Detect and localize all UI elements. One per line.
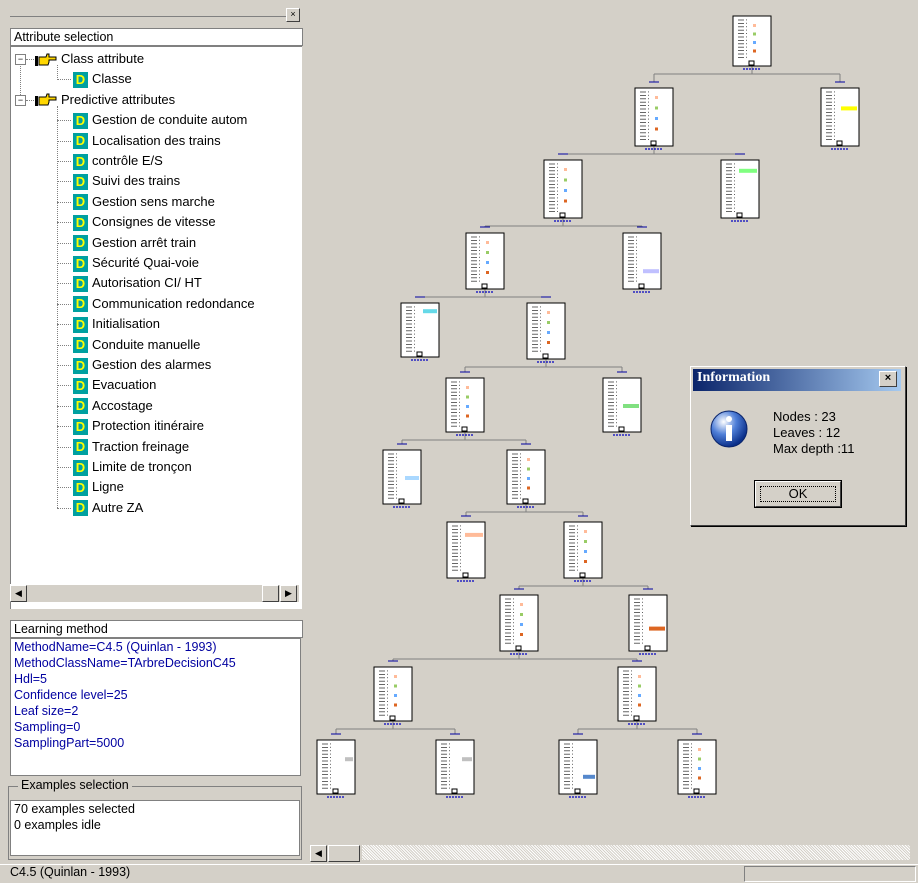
tree-leaf-node[interactable] (720, 159, 760, 222)
status-panel-right (744, 866, 916, 882)
information-dialog: Information × Nodes : 23 Leaves : 12 Max… (690, 366, 906, 526)
tree-split-node[interactable] (732, 15, 772, 70)
tree-leaf-node[interactable] (316, 739, 356, 798)
tree-split-node[interactable] (543, 159, 583, 222)
tree-leaf-node[interactable] (446, 521, 486, 582)
tree-split-node[interactable] (634, 87, 674, 150)
tree-split-node[interactable] (373, 666, 413, 725)
tree-edge (573, 721, 702, 735)
dialog-nodes-text: Nodes : 23 (773, 409, 836, 424)
tree-split-node[interactable] (499, 594, 539, 655)
info-icon (710, 410, 748, 448)
canvas-scroll-thumb[interactable] (328, 845, 360, 862)
tree-leaf-node[interactable] (400, 302, 440, 361)
tree-split-node[interactable] (445, 377, 485, 436)
tree-leaf-node[interactable] (622, 232, 662, 293)
status-text: C4.5 (Quinlan - 1993) (10, 865, 131, 879)
tree-edge (558, 146, 745, 155)
canvas-scroll-left-button[interactable]: ◀ (310, 845, 327, 862)
tree-split-node[interactable] (506, 449, 546, 508)
tree-edge (480, 218, 647, 228)
tree-split-node[interactable] (677, 739, 717, 798)
tree-leaf-node[interactable] (435, 739, 475, 798)
canvas-horizontal-scrollbar[interactable]: ◀ (308, 844, 912, 862)
ok-focus-rect (760, 486, 836, 502)
ok-button[interactable]: OK (755, 481, 841, 507)
dialog-leaves-text: Leaves : 12 (773, 425, 841, 440)
tree-edge (397, 432, 531, 445)
tree-leaf-node[interactable] (628, 594, 668, 655)
tree-leaf-node[interactable] (558, 739, 598, 798)
dialog-title: Information (697, 370, 771, 385)
tree-leaf-node[interactable] (382, 449, 422, 508)
tree-edge (388, 651, 642, 662)
tree-split-node[interactable] (526, 302, 566, 363)
dialog-close-button[interactable]: × (879, 371, 897, 387)
canvas-scroll-track[interactable] (362, 845, 910, 860)
tree-leaf-node[interactable] (602, 377, 642, 436)
tree-split-node[interactable] (563, 521, 603, 582)
tree-edge (514, 578, 653, 590)
tree-edge (461, 504, 588, 517)
tree-split-node[interactable] (465, 232, 505, 293)
tree-edge (331, 721, 460, 735)
dialog-max-depth-text: Max depth :11 (773, 441, 855, 456)
tree-split-node[interactable] (617, 666, 657, 725)
tree-edge (415, 289, 551, 298)
tree-leaf-node[interactable] (820, 87, 860, 150)
tree-edge (460, 359, 627, 373)
